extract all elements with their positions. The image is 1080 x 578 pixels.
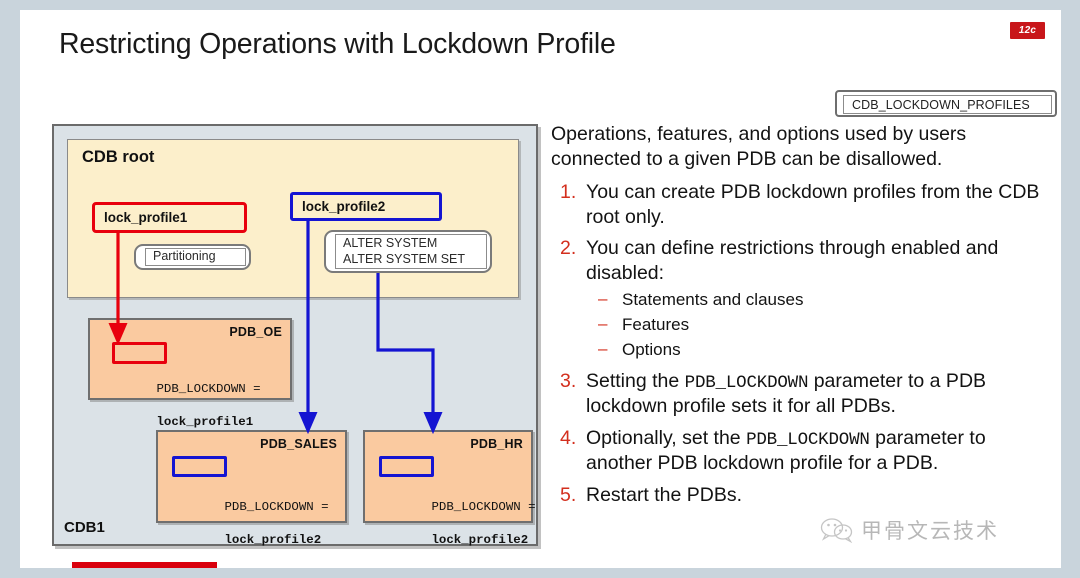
dash-bullet-icon: – xyxy=(598,314,608,334)
inline-text: Optionally, set the xyxy=(586,426,747,449)
list-item-number: 3. xyxy=(560,370,577,393)
alter-system-labels: ALTER SYSTEM ALTER SYSTEM SET xyxy=(335,234,487,269)
alter-system-object-box: ALTER SYSTEM ALTER SYSTEM SET xyxy=(324,230,492,273)
content-column: Operations, features, and options used b… xyxy=(551,122,1056,514)
inline-code: PDB_LOCKDOWN xyxy=(684,373,809,394)
pdb-oe-param-value: lock_profile1 xyxy=(156,415,254,430)
pdb-sales-box: PDB_SALES PDB_LOCKDOWN = lock_profile2 xyxy=(156,430,347,547)
pdb-sales-parameter: PDB_LOCKDOWN = lock_profile2 xyxy=(165,482,329,566)
list-item: 4. Optionally, set the PDB_LOCKDOWN param… xyxy=(551,426,1056,476)
watermark: 甲骨文云技术 xyxy=(820,515,999,545)
sub-bullet-text: Statements and clauses xyxy=(622,290,804,310)
version-badge-12c: 12c xyxy=(1010,22,1045,39)
alter-system-line-2: ALTER SYSTEM SET xyxy=(343,251,466,266)
cdb-lockdown-profiles-callout: CDB_LOCKDOWN_PROFILES xyxy=(835,90,1057,117)
pdb-oe-param-name: PDB_LOCKDOWN = xyxy=(156,381,261,396)
inline-code: PDB_LOCKDOWN xyxy=(746,429,870,450)
sub-bullet-item: – Options xyxy=(586,338,1056,363)
partitioning-object-box: Partitioning xyxy=(134,244,251,270)
list-item-text: You can define restrictions through enab… xyxy=(586,237,998,284)
list-item-number: 1. xyxy=(560,181,577,204)
list-item: 3. Setting the PDB_LOCKDOWN parameter to … xyxy=(551,369,1056,419)
pdb-sales-param-name: PDB_LOCKDOWN = xyxy=(224,499,329,514)
inline-text: You can define restrictions through enab… xyxy=(586,237,999,284)
watermark-text: 甲骨文云技术 xyxy=(861,519,999,543)
list-item: 2. You can define restrictions through en… xyxy=(551,236,1056,362)
pdb-hr-parameter: PDB_LOCKDOWN = lock_profile2 xyxy=(372,482,536,566)
slide-canvas: Restricting Operations with Lockdown Pro… xyxy=(20,10,1061,568)
list-item: 5. Restart the PDBs. xyxy=(551,483,1056,508)
intro-paragraph: Operations, features, and options used b… xyxy=(551,123,967,170)
pdb-oe-box: PDB_OE PDB_LOCKDOWN = lock_profile1 xyxy=(88,318,292,429)
cdb-lockdown-profiles-label: CDB_LOCKDOWN_PROFILES xyxy=(843,95,1052,114)
lock-profile2-tag: lock_profile2 xyxy=(290,192,442,221)
pdb-hr-profile-slot xyxy=(379,456,434,477)
alter-system-line-1: ALTER SYSTEM xyxy=(343,235,438,250)
list-item-number: 5. xyxy=(560,483,577,506)
sub-bullet-item: – Features xyxy=(586,313,1056,338)
pdb-hr-param-value: lock_profile2 xyxy=(431,533,529,548)
list-item-text: Restart the PDBs. xyxy=(586,484,742,506)
lock-profile1-tag: lock_profile1 xyxy=(92,202,247,233)
cdb-root-label: CDB root xyxy=(82,148,155,166)
dash-bullet-icon: – xyxy=(598,289,608,309)
partitioning-label: Partitioning xyxy=(145,248,246,266)
pdb-hr-param-name: PDB_LOCKDOWN = xyxy=(431,499,536,514)
list-item-text: Optionally, set the PDB_LOCKDOWN paramet… xyxy=(586,427,986,474)
pdb-oe-profile-slot xyxy=(112,342,167,364)
oracle-logo: ORACLE xyxy=(72,562,217,568)
list-item: 1. You can create PDB lockdown profiles f… xyxy=(551,180,1056,229)
sub-bullet-list: – Statements and clauses – Features – Options xyxy=(586,288,1056,362)
page-title: Restricting Operations with Lockdown Pro… xyxy=(59,28,616,60)
pdb-sales-profile-slot xyxy=(172,456,227,477)
sub-bullet-text: Options xyxy=(622,339,681,359)
list-item-number: 2. xyxy=(560,237,577,260)
sub-bullet-item: – Statements and clauses xyxy=(586,288,1056,313)
wechat-icon xyxy=(820,518,853,543)
inline-text: You can create PDB lockdown profiles fro… xyxy=(586,181,1040,228)
pdb-oe-title: PDB_OE xyxy=(229,325,282,339)
cdb1-label: CDB1 xyxy=(64,519,105,536)
pdb-hr-title: PDB_HR xyxy=(470,437,523,451)
numbered-list: 1. You can create PDB lockdown profiles f… xyxy=(551,180,1056,507)
list-item-text: Setting the PDB_LOCKDOWN parameter to a … xyxy=(586,370,986,417)
pdb-sales-title: PDB_SALES xyxy=(260,437,337,451)
slide-frame: Restricting Operations with Lockdown Pro… xyxy=(0,0,1080,578)
inline-text: Restart the PDBs. xyxy=(586,483,743,506)
pdb-sales-param-value: lock_profile2 xyxy=(224,533,322,548)
inline-text: Setting the xyxy=(586,370,685,393)
list-item-text: You can create PDB lockdown profiles fro… xyxy=(586,181,1039,228)
list-item-number: 4. xyxy=(560,426,577,449)
pdb-hr-box: PDB_HR PDB_LOCKDOWN = lock_profile2 xyxy=(363,430,536,547)
sub-bullet-text: Features xyxy=(622,315,690,335)
dash-bullet-icon: – xyxy=(598,338,608,358)
